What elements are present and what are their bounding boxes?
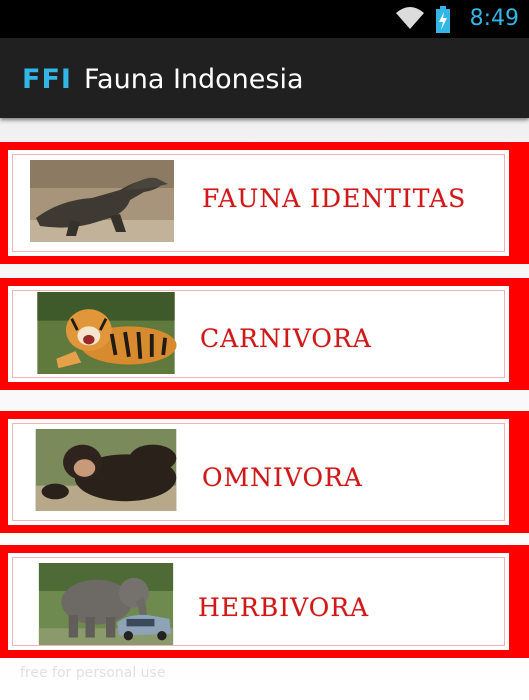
app-title: Fauna Indonesia	[84, 64, 304, 95]
menu-item-label: HERBIVORA	[198, 593, 370, 622]
status-time: 8:49	[469, 6, 519, 31]
menu-item-omnivora[interactable]: OMNIVORA	[0, 411, 529, 533]
menu-item-fauna-identitas[interactable]: FAUNA IDENTITAS	[0, 142, 529, 264]
tiger-image	[37, 292, 177, 374]
chimpanzee-image	[35, 429, 177, 511]
menu-item-carnivora[interactable]: CARNIVORA	[0, 278, 529, 390]
menu-item-label: OMNIVORA	[202, 463, 363, 492]
komodo-dragon-image	[30, 160, 174, 242]
action-bar: FFI Fauna Indonesia	[0, 38, 529, 118]
watermark-text: free for personal use	[20, 665, 166, 681]
status-bar: 8:49	[0, 0, 529, 38]
menu-item-label: CARNIVORA	[200, 324, 372, 353]
wifi-icon	[396, 7, 424, 29]
menu-item-label: FAUNA IDENTITAS	[202, 184, 467, 213]
elephant-image	[38, 563, 174, 645]
menu-item-herbivora[interactable]: HERBIVORA	[0, 545, 529, 658]
battery-charging-icon	[436, 6, 450, 33]
app-logo: FFI	[22, 64, 72, 95]
